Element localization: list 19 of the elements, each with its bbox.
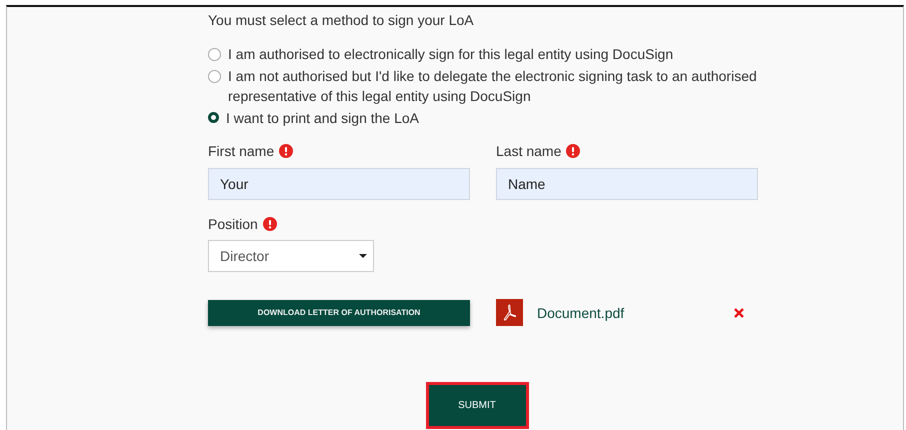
instruction-text: You must select a method to sign your LoA bbox=[208, 11, 475, 30]
radio-label[interactable]: I am not authorised but I'd like to delegate the electronic signing task to an authorised representative of this legal entity using DocuSign bbox=[228, 66, 759, 106]
field-label: Last name bbox=[496, 143, 562, 159]
caret-icon bbox=[359, 254, 367, 258]
field-label: First name bbox=[208, 143, 274, 159]
input-field[interactable]: Name bbox=[496, 168, 758, 200]
file-name[interactable]: Document.pdf bbox=[537, 304, 624, 320]
dropdown[interactable]: Director bbox=[208, 240, 374, 272]
submit-button[interactable]: SUBMIT bbox=[426, 382, 528, 429]
remove-icon[interactable] bbox=[734, 308, 744, 318]
radio-button[interactable] bbox=[208, 70, 221, 82]
pdf-icon bbox=[496, 299, 523, 326]
field-label: Position bbox=[208, 216, 258, 232]
input-field[interactable]: Your bbox=[208, 168, 470, 200]
download-button[interactable]: DOWNLOAD LETTER OF AUTHORISATION bbox=[208, 300, 470, 326]
radio-label[interactable]: I am authorised to electronically sign for this legal entity using DocuSign bbox=[228, 44, 674, 64]
radio-label[interactable]: I want to print and sign the LoA bbox=[226, 108, 420, 128]
radio-button[interactable] bbox=[208, 48, 221, 61]
radio-button[interactable] bbox=[208, 112, 219, 122]
